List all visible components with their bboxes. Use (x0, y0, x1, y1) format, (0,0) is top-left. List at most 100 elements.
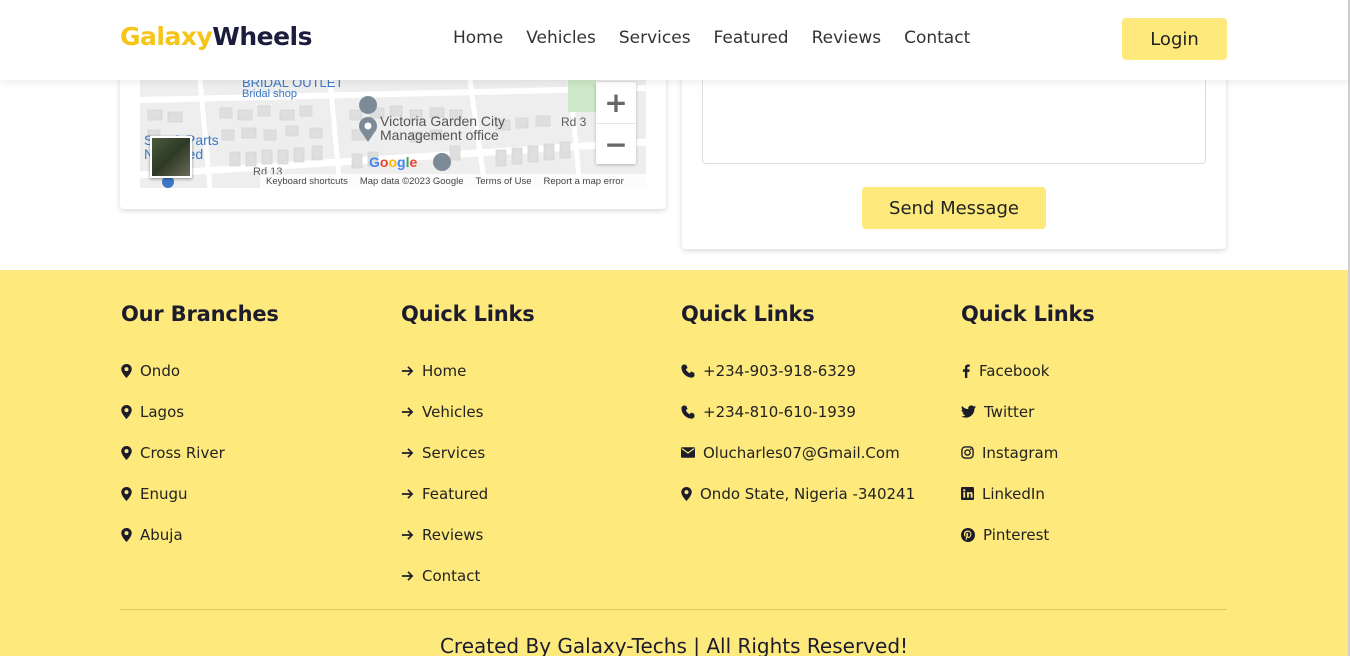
nav-services[interactable]: Services (619, 28, 691, 48)
footer-quick-links: Quick Links Home Vehicles Services Featu… (401, 302, 535, 596)
site-logo[interactable]: GalaxyWheels (120, 22, 312, 51)
address-item: Ondo State, Nigeria -340241 (681, 473, 915, 514)
footer-link-label: Services (422, 443, 486, 462)
site-header: GalaxyWheels Home Vehicles Services Feat… (0, 0, 1348, 80)
footer-contact-info: Quick Links +234-903-918-6329 +234-810-6… (681, 302, 915, 514)
social-link-linkedin[interactable]: LinkedIn (961, 473, 1095, 514)
logo-part-galaxy: Galaxy (120, 22, 213, 51)
social-link-pinterest[interactable]: Pinterest (961, 514, 1095, 555)
branch-label: Enugu (140, 484, 188, 503)
address-text: Ondo State, Nigeria -340241 (700, 484, 916, 503)
map-attribution: Keyboard shortcuts Map data ©2023 Google… (260, 174, 646, 188)
phone-number: +234-903-918-6329 (703, 361, 856, 380)
social-label: Twitter (984, 402, 1035, 421)
footer-link-reviews[interactable]: Reviews (401, 514, 535, 555)
zoom-out-button[interactable]: − (596, 123, 636, 164)
branch-item: Lagos (121, 391, 279, 432)
arrow-right-icon (401, 570, 414, 581)
nav-vehicles[interactable]: Vehicles (526, 28, 596, 48)
footer-link-featured[interactable]: Featured (401, 473, 535, 514)
footer-link-vehicles[interactable]: Vehicles (401, 391, 535, 432)
social-label: LinkedIn (982, 484, 1045, 503)
footer-link-label: Vehicles (422, 402, 484, 421)
branch-item: Enugu (121, 473, 279, 514)
map-card: BRIDAL OUTLET Bridal shop Victoria Garde… (120, 60, 666, 209)
social-label: Pinterest (983, 525, 1050, 544)
map-pin-icon (121, 486, 132, 501)
google-logo: Google (369, 154, 418, 170)
footer-link-label: Featured (422, 484, 489, 503)
branch-label: Abuja (140, 525, 183, 544)
phone-item-1[interactable]: +234-903-918-6329 (681, 350, 915, 391)
footer-divider (120, 609, 1227, 610)
branch-item: Cross River (121, 432, 279, 473)
facebook-icon (962, 363, 970, 378)
embedded-map[interactable]: BRIDAL OUTLET Bridal shop Victoria Garde… (140, 80, 646, 188)
login-button[interactable]: Login (1122, 18, 1227, 60)
arrow-right-icon (401, 488, 414, 499)
contact-form-card: Send Message (682, 60, 1226, 249)
zoom-in-button[interactable]: + (596, 82, 636, 123)
footer-link-label: Contact (422, 566, 481, 585)
map-label-bridal-shop: Bridal shop (242, 88, 298, 100)
arrow-right-icon (401, 365, 414, 376)
nav-reviews[interactable]: Reviews (812, 28, 882, 48)
pinterest-icon (961, 527, 975, 542)
send-message-button[interactable]: Send Message (862, 187, 1046, 229)
linkedin-icon (961, 487, 974, 500)
nav-contact[interactable]: Contact (904, 28, 970, 48)
phone-icon (681, 404, 695, 419)
branch-item: Ondo (121, 350, 279, 391)
footer-link-contact[interactable]: Contact (401, 555, 535, 596)
branches-title: Our Branches (121, 302, 279, 326)
map-pin-icon (121, 363, 132, 378)
twitter-icon (961, 405, 976, 418)
branch-label: Ondo (140, 361, 181, 380)
envelope-icon (681, 447, 695, 458)
nav-featured[interactable]: Featured (714, 28, 789, 48)
phone-item-2[interactable]: +234-810-610-1939 (681, 391, 915, 432)
footer-social-links: Quick Links Facebook Twitter Instagram L… (961, 302, 1095, 555)
terms-of-use-link[interactable]: Terms of Use (476, 176, 532, 187)
footer-link-label: Reviews (422, 525, 484, 544)
arrow-right-icon (401, 529, 414, 540)
social-link-facebook[interactable]: Facebook (961, 350, 1095, 391)
social-links-title: Quick Links (961, 302, 1095, 326)
footer-link-services[interactable]: Services (401, 432, 535, 473)
social-label: Instagram (982, 443, 1059, 462)
report-map-error-link[interactable]: Report a map error (543, 176, 623, 187)
map-label-rd3: Rd 3 (561, 115, 587, 129)
branch-label: Cross River (140, 443, 225, 462)
quick-links-title: Quick Links (401, 302, 535, 326)
map-pin-icon (121, 527, 132, 542)
email-address: Olucharles07@Gmail.Com (703, 443, 900, 462)
footer-link-home[interactable]: Home (401, 350, 535, 391)
footer-link-label: Home (422, 361, 467, 380)
email-item[interactable]: Olucharles07@Gmail.Com (681, 432, 915, 473)
arrow-right-icon (401, 447, 414, 458)
map-pin-icon (121, 404, 132, 419)
social-link-instagram[interactable]: Instagram (961, 432, 1095, 473)
contact-info-title: Quick Links (681, 302, 815, 326)
footer-branches: Our Branches Ondo Lagos Cross River Enug… (121, 302, 279, 555)
phone-icon (681, 363, 695, 378)
arrow-right-icon (401, 406, 414, 417)
main-nav: Home Vehicles Services Featured Reviews … (453, 28, 970, 48)
branch-item: Abuja (121, 514, 279, 555)
branch-label: Lagos (140, 402, 185, 421)
map-zoom-controls: + − (596, 82, 636, 164)
satellite-toggle-thumbnail[interactable] (150, 136, 192, 178)
social-link-twitter[interactable]: Twitter (961, 391, 1095, 432)
map-pin-icon (121, 445, 132, 460)
phone-number: +234-810-610-1939 (703, 402, 856, 421)
footer-credit: Created By Galaxy-Techs | All Rights Res… (439, 634, 909, 656)
site-footer: Our Branches Ondo Lagos Cross River Enug… (0, 270, 1348, 656)
instagram-icon (961, 446, 974, 459)
social-label: Facebook (979, 361, 1050, 380)
map-data-text: Map data ©2023 Google (359, 175, 464, 187)
map-pin-icon (681, 486, 692, 501)
logo-part-wheels: Wheels (212, 22, 312, 51)
nav-home[interactable]: Home (453, 28, 503, 48)
keyboard-shortcuts-link[interactable]: Keyboard shortcuts (266, 176, 348, 187)
map-label-place-line2: Management office (380, 127, 499, 143)
